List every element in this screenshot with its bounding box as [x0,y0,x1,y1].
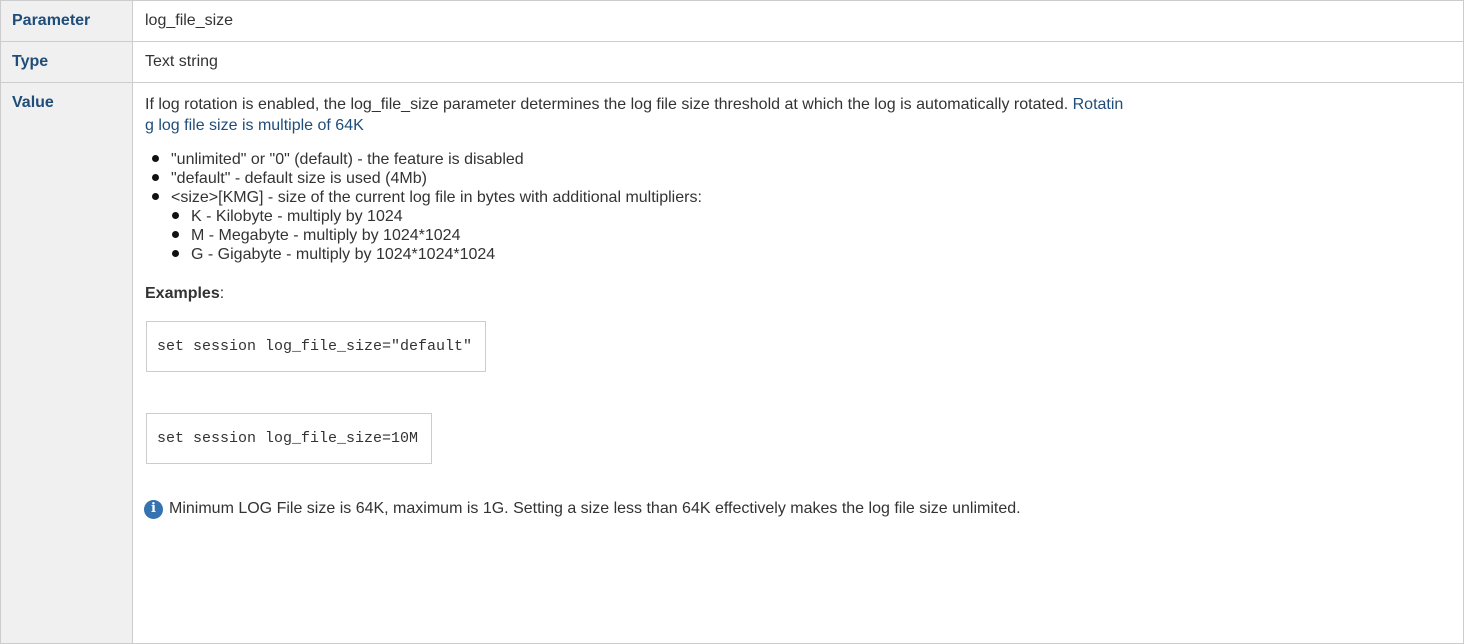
list-item: "unlimited" or "0" (default) - the featu… [152,150,1451,169]
value-content: If log rotation is enabled, the log_file… [133,83,1463,519]
info-note: i Minimum LOG File size is 64K, maximum … [144,499,1451,519]
table-row-value: Value If log rotation is enabled, the lo… [0,82,1464,644]
value-description: If log rotation is enabled, the log_file… [145,94,1451,136]
parameter-value: log_file_size [145,12,234,29]
examples-colon: : [219,285,225,302]
options-list: "unlimited" or "0" (default) - the featu… [145,150,1451,264]
note-text: Minimum LOG File size is 64K, maximum is… [169,500,1021,517]
row-header-value: Value [0,82,133,644]
row-header-parameter: Parameter [0,0,133,42]
parameter-table: Parameter log_file_size Type Text string… [0,0,1464,644]
code-example-2-wrap: set session log_file_size=10M [146,413,1451,464]
info-icon: i [144,499,163,519]
description-link-part-2: g log file size is multiple of 64K [145,117,364,134]
list-item: <size>[KMG] - size of the current log fi… [152,188,1451,264]
row-cell-type: Text string [132,41,1464,83]
type-label: Type [12,53,49,70]
list-item: G - Gigabyte - multiply by 1024*1024*102… [172,245,1451,264]
description-link-part-1: Rotatin [1072,96,1124,113]
value-label: Value [12,94,54,111]
row-header-type: Type [0,41,133,83]
list-item: "default" - default size is used (4Mb) [152,169,1451,188]
parameter-label: Parameter [12,12,91,29]
examples-heading: Examples: [145,284,1451,304]
code-block[interactable]: set session log_file_size="default" [146,321,487,372]
type-value: Text string [145,53,218,70]
list-item-text: <size>[KMG] - size of the current log fi… [171,189,702,206]
row-cell-value: If log rotation is enabled, the log_file… [132,82,1464,644]
description-text: If log rotation is enabled, the log_file… [145,96,1073,113]
examples-label: Examples [145,285,220,302]
list-item: K - Kilobyte - multiply by 1024 [172,207,1451,226]
table-row-parameter: Parameter log_file_size [0,0,1464,42]
row-cell-parameter: log_file_size [132,0,1464,42]
table-row-type: Type Text string [0,41,1464,83]
code-example-1-wrap: set session log_file_size="default" [146,321,1451,372]
code-block[interactable]: set session log_file_size=10M [146,413,433,464]
list-item: M - Megabyte - multiply by 1024*1024 [172,226,1451,245]
multiplier-list: K - Kilobyte - multiply by 1024 M - Mega… [171,207,1451,264]
